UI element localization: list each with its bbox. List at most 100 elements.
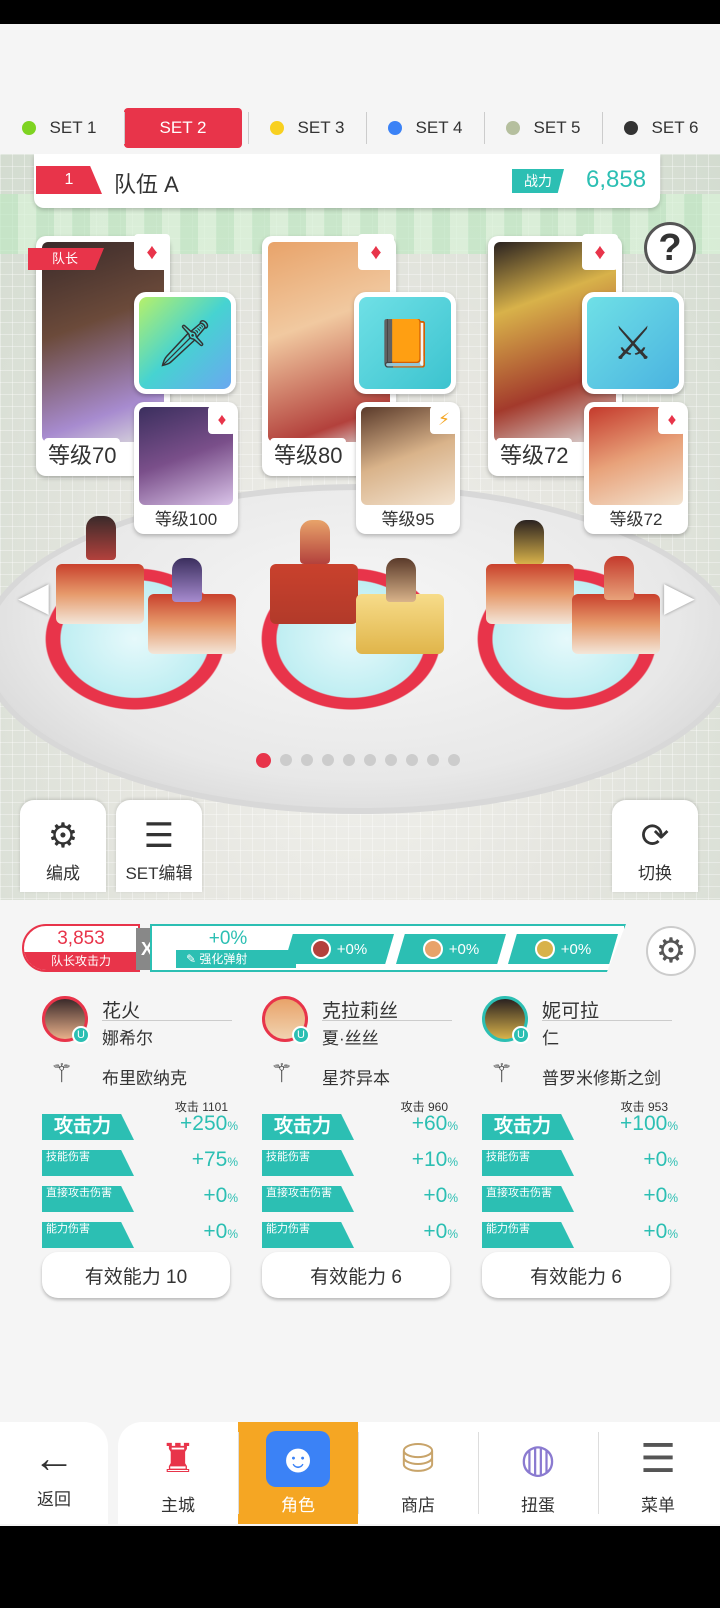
chibi-figure[interactable] <box>86 516 116 560</box>
divider <box>102 1020 232 1021</box>
character-subname: 夏·丝丝 <box>322 1029 379 1048</box>
status-bar <box>0 0 720 24</box>
system-navigation-bar <box>0 1526 720 1608</box>
weapon-slot-3[interactable]: ⚔ <box>582 292 684 394</box>
tab-set-1[interactable]: SET 1 <box>0 108 118 148</box>
team-formation-view: 1 队伍 A 战力 6,858 ? 等级70 队长 ♦ 🗡 等级100 ♦ 等级… <box>0 154 720 900</box>
page-dot[interactable] <box>406 754 418 766</box>
chibi-figure[interactable] <box>514 520 544 564</box>
tab-label: SET 6 <box>651 118 699 137</box>
set-dot-icon <box>623 121 638 135</box>
sub-hero-level: 等级100 <box>154 510 218 529</box>
tab-set-6[interactable]: SET 6 <box>602 108 720 148</box>
set-edit-label: SET编辑 <box>125 864 193 883</box>
boost-chip-1: +0% <box>284 934 394 964</box>
leader-attack: 3,853 队长攻击力 <box>22 924 140 972</box>
stat-attack: 攻击 953 攻击力 +100% <box>482 1100 678 1142</box>
formation-button[interactable]: ⚙ 编成 <box>20 800 106 892</box>
nav-item-character[interactable]: ☻ 角色 <box>238 1422 358 1524</box>
nav-item-menu[interactable]: ☰ 菜单 <box>598 1422 718 1524</box>
tab-set-5[interactable]: SET 5 <box>484 108 602 148</box>
stat-label: 攻击力 <box>42 1114 134 1140</box>
page-dot[interactable] <box>322 754 334 766</box>
effective-ability-button-2[interactable]: 有效能力 6 <box>262 1252 450 1298</box>
nav-item-shop[interactable]: ⛁ 商店 <box>358 1422 478 1524</box>
boost-chip-value: +0% <box>448 940 480 958</box>
shop-icon: ⛁ <box>401 1437 435 1481</box>
sub-hero-level: 等级95 <box>381 510 435 529</box>
weapon-icon: ⚚ <box>490 1058 514 1088</box>
tab-label: SET 5 <box>533 118 581 137</box>
stat-label: 直接攻击伤害 <box>262 1186 354 1212</box>
chibi-figure[interactable] <box>604 556 634 600</box>
back-button[interactable]: ← 返回 <box>0 1422 108 1524</box>
page-dot[interactable] <box>301 754 313 766</box>
divider <box>322 1020 452 1021</box>
chibi-figure[interactable] <box>386 558 416 602</box>
set-tabs: SET 1 SET 2 SET 3 SET 4 SET 5 SET 6 <box>0 102 720 154</box>
nav-label: 商店 <box>401 1496 435 1515</box>
effective-ability-button-3[interactable]: 有效能力 6 <box>482 1252 670 1298</box>
page-dot[interactable] <box>280 754 292 766</box>
tab-set-2[interactable]: SET 2 <box>124 108 242 148</box>
nav-item-gacha[interactable]: ◍ 扭蛋 <box>478 1422 598 1524</box>
lightning-icon: ⚡ <box>430 406 458 434</box>
help-icon[interactable]: ? <box>644 222 696 274</box>
menu-icon: ☰ <box>640 1437 676 1481</box>
divider <box>542 1020 672 1021</box>
set-edit-button[interactable]: ☰ SET编辑 <box>116 800 202 892</box>
stat-label: 技能伤害 <box>482 1150 574 1176</box>
switch-label: 切换 <box>638 864 672 883</box>
switch-button[interactable]: ⟳ 切换 <box>612 800 698 892</box>
team-number: 1 <box>36 166 102 194</box>
stat-label: 能力伤害 <box>262 1222 354 1248</box>
nav-label: 扭蛋 <box>521 1496 555 1515</box>
character-name: 花火 <box>102 1001 141 1022</box>
boost-main: +0% ✎ 强化弹射 <box>160 926 296 970</box>
spear-icon: 🗡 <box>139 297 231 389</box>
stat-value: +0% <box>423 1184 458 1207</box>
weapon-slot-1[interactable]: 🗡 <box>134 292 236 394</box>
page-dot[interactable] <box>385 754 397 766</box>
power-value: 6,858 <box>586 166 647 193</box>
gear-icon[interactable]: ⚙ <box>646 926 696 976</box>
next-arrow-icon[interactable]: ▶ <box>664 574 695 620</box>
book-icon: 📙 <box>359 297 451 389</box>
block <box>270 564 358 624</box>
block <box>56 564 144 624</box>
avatar <box>534 939 555 959</box>
tab-set-3[interactable]: SET 3 <box>248 108 366 148</box>
stat-label: 技能伤害 <box>262 1150 354 1176</box>
weapon-slot-2[interactable]: 📙 <box>354 292 456 394</box>
stat-label: 技能伤害 <box>42 1150 134 1176</box>
diamond-suit-icon: ♦ <box>658 406 686 434</box>
set-dot-icon <box>505 121 520 135</box>
power-label: 战力 <box>512 169 564 193</box>
boost-label: ✎ 强化弹射 <box>176 950 296 968</box>
page-dot[interactable] <box>427 754 439 766</box>
effective-ability-button-1[interactable]: 有效能力 10 <box>42 1252 230 1298</box>
boost-value: +0% <box>208 928 248 949</box>
set-dot-icon <box>269 121 284 135</box>
page-dot[interactable] <box>448 754 460 766</box>
page-dot[interactable] <box>364 754 376 766</box>
character-icon: ☻ <box>266 1431 330 1487</box>
team-name[interactable]: 队伍 A <box>114 167 179 199</box>
stat-value: +100% <box>620 1112 678 1135</box>
page-dot[interactable] <box>256 753 271 768</box>
chibi-figure[interactable] <box>300 520 330 564</box>
tab-set-4[interactable]: SET 4 <box>366 108 484 148</box>
stat-attack: 攻击 960 攻击力 +60% <box>262 1100 458 1142</box>
stat-value: +60% <box>411 1112 458 1135</box>
page-dot[interactable] <box>343 754 355 766</box>
stat-value: +250% <box>180 1112 238 1135</box>
diamond-suit-icon: ♦ <box>358 234 394 270</box>
top-spacer <box>0 24 720 102</box>
stat-ability-damage: 能力伤害 +0% <box>262 1218 458 1250</box>
nav-item-castle[interactable]: ♜ 主城 <box>118 1422 238 1524</box>
diamond-suit-icon: ♦ <box>208 406 236 434</box>
list-icon: ☰ <box>143 817 175 855</box>
chibi-figure[interactable] <box>172 558 202 602</box>
previous-arrow-icon[interactable]: ◀ <box>18 574 49 620</box>
leader-attack-label: 队长攻击力 <box>24 952 138 970</box>
